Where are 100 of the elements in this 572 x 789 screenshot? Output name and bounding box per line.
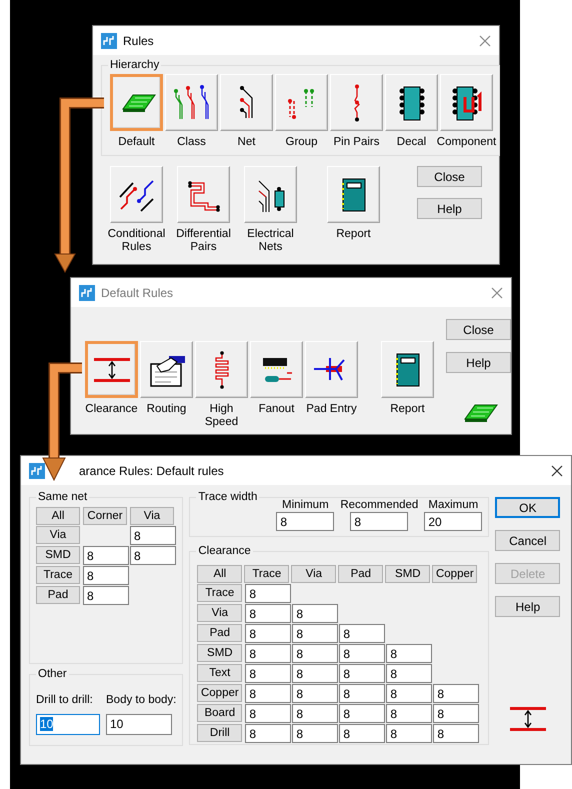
- pin-pair-icon: [352, 84, 360, 122]
- row-header[interactable]: Trace: [197, 584, 242, 602]
- input-field[interactable]: 8: [433, 684, 480, 703]
- column-header[interactable]: Pad: [338, 565, 384, 583]
- input-field[interactable]: 8: [83, 566, 129, 585]
- input-field[interactable]: 8: [386, 724, 432, 743]
- row-header[interactable]: Trace: [36, 566, 80, 584]
- select-all-button[interactable]: All: [36, 507, 80, 525]
- input-field[interactable]: 8: [245, 604, 292, 623]
- input-field[interactable]: 8: [339, 724, 386, 743]
- close-icon[interactable]: [551, 464, 563, 476]
- group-label: Clearance: [197, 545, 252, 557]
- window-title: Rules: [123, 34, 155, 48]
- row-header[interactable]: SMD: [197, 644, 242, 662]
- input-field[interactable]: 8: [386, 704, 432, 723]
- input-field[interactable]: 8: [130, 526, 176, 545]
- group-label: Trace width: [197, 491, 258, 503]
- input-field[interactable]: 8: [339, 664, 386, 683]
- column-header[interactable]: Via: [130, 507, 174, 525]
- input-field[interactable]: 8: [292, 724, 338, 743]
- input-field[interactable]: 8: [339, 704, 386, 723]
- input-field[interactable]: 8: [245, 644, 292, 663]
- input-field[interactable]: 20: [424, 512, 482, 531]
- dialog-button[interactable]: Help: [495, 596, 560, 617]
- tool-label: Default: [118, 136, 155, 149]
- tool-button[interactable]: [110, 74, 163, 131]
- tool-label: Group: [286, 136, 318, 149]
- app-icon: [29, 462, 45, 478]
- tool-label: Routing: [146, 403, 186, 416]
- input-field[interactable]: 8: [386, 684, 432, 703]
- input-field[interactable]: 8: [245, 724, 292, 743]
- column-header[interactable]: SMD: [385, 565, 430, 583]
- tool-label: Clearance: [85, 403, 138, 416]
- select-all-button[interactable]: All: [197, 565, 242, 583]
- input-field[interactable]: 8: [386, 664, 432, 683]
- input-field[interactable]: 8: [350, 512, 408, 531]
- row-header[interactable]: Pad: [36, 586, 80, 604]
- tool-label: Conditional Rules: [108, 228, 166, 254]
- input-field[interactable]: 8: [292, 664, 338, 683]
- tool-label: Pin Pairs: [333, 136, 380, 149]
- input-field[interactable]: 8: [292, 644, 338, 663]
- tool-label: Electrical Nets: [246, 228, 295, 254]
- field-label: Minimum: [282, 499, 329, 511]
- field-label: Recommended: [340, 499, 418, 511]
- dialog-button[interactable]: OK: [495, 497, 560, 518]
- group-label: Hierarchy: [109, 59, 160, 71]
- input-field[interactable]: 8: [339, 684, 386, 703]
- window-title: arance Rules: Default rules: [79, 464, 225, 478]
- dialog-button[interactable]: Close: [446, 319, 511, 340]
- tool-label: Decal: [396, 136, 426, 149]
- column-header[interactable]: Corner: [83, 507, 127, 525]
- app-icon: [79, 284, 95, 300]
- input-field[interactable]: 8: [245, 624, 292, 643]
- input-field[interactable]: 8: [83, 546, 129, 565]
- dialog-button[interactable]: Help: [446, 352, 511, 373]
- input-field[interactable]: 8: [433, 704, 480, 723]
- input-field[interactable]: 8: [433, 724, 480, 743]
- input-field[interactable]: 8: [292, 604, 338, 623]
- input-field[interactable]: 10: [36, 714, 100, 735]
- column-header[interactable]: Trace: [244, 565, 290, 583]
- input-field[interactable]: 8: [292, 704, 338, 723]
- input-field[interactable]: 8: [130, 546, 176, 565]
- row-header[interactable]: Copper: [197, 684, 242, 702]
- column-header[interactable]: Copper: [432, 565, 478, 583]
- row-header[interactable]: Pad: [197, 624, 242, 642]
- input-field[interactable]: 8: [339, 624, 386, 643]
- row-header[interactable]: Text: [197, 664, 242, 682]
- input-field[interactable]: 8: [245, 704, 292, 723]
- dialog-button[interactable]: Cancel: [495, 530, 560, 551]
- input-field[interactable]: 8: [276, 512, 334, 531]
- input-field[interactable]: 10: [106, 714, 172, 735]
- field-label: Drill to drill:: [36, 694, 94, 706]
- row-header[interactable]: Via: [36, 526, 80, 544]
- window-title: Default Rules: [101, 286, 174, 300]
- tool-label: Class: [177, 136, 206, 149]
- input-field[interactable]: 8: [245, 664, 292, 683]
- input-field[interactable]: 8: [292, 684, 338, 703]
- group-label: Other: [37, 668, 68, 680]
- tool-label: High Speed: [204, 403, 240, 429]
- input-field[interactable]: 8: [83, 586, 129, 605]
- dialog-button[interactable]: Close: [417, 166, 482, 187]
- input-field[interactable]: 8: [292, 624, 338, 643]
- tool-label: Pad Entry: [306, 403, 357, 416]
- row-header[interactable]: SMD: [36, 546, 80, 564]
- tool-label: Report: [336, 228, 371, 241]
- field-label: Maximum: [428, 499, 478, 511]
- row-header[interactable]: Via: [197, 604, 242, 622]
- group-label: Same net: [37, 491, 88, 503]
- tool-label: Net: [238, 136, 256, 149]
- input-field[interactable]: 8: [386, 644, 432, 663]
- net-traces-icon: [238, 84, 254, 120]
- tool-label: Report: [390, 403, 425, 416]
- input-field[interactable]: 8: [245, 684, 292, 703]
- field-label: Body to body:: [106, 694, 176, 706]
- input-field[interactable]: 8: [339, 644, 386, 663]
- row-header[interactable]: Board: [197, 704, 242, 722]
- input-field[interactable]: 8: [245, 584, 292, 603]
- column-header[interactable]: Via: [291, 565, 336, 583]
- dialog-button[interactable]: Help: [417, 198, 482, 219]
- row-header[interactable]: Drill: [197, 724, 242, 742]
